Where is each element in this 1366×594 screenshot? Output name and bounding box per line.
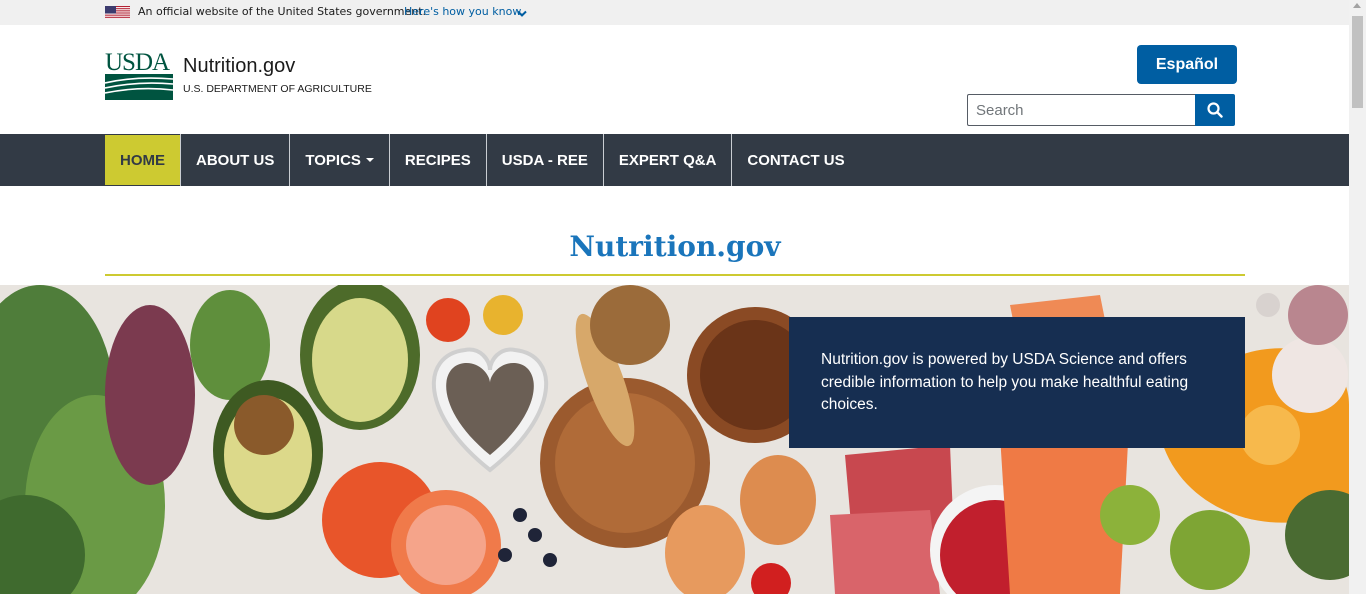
- nav-item-about-us[interactable]: ABOUT US: [180, 134, 289, 186]
- agency-name: U.S. DEPARTMENT OF AGRICULTURE: [183, 83, 372, 95]
- usda-logo-text: USDA: [105, 49, 170, 76]
- nav-item-expert-qa[interactable]: EXPERT Q&A: [602, 134, 732, 186]
- usda-field-graphic: [105, 74, 173, 100]
- search-icon: [1207, 102, 1223, 118]
- title-divider: [105, 274, 1245, 276]
- search-button[interactable]: [1195, 94, 1235, 126]
- how-you-know-link[interactable]: Here's how you know.: [404, 5, 524, 18]
- nav-item-label: CONTACT US: [747, 151, 845, 169]
- chevron-down-icon[interactable]: [516, 5, 528, 17]
- nav-item-label: HOME: [120, 151, 165, 169]
- us-flag-icon: [105, 5, 130, 19]
- nav-item-label: EXPERT Q&A: [618, 151, 717, 169]
- main-navigation: HOME ABOUT US TOPICS RECIPES USDA - REE …: [0, 134, 1349, 186]
- nav-item-usda-ree[interactable]: USDA - REE: [485, 134, 603, 186]
- nav-item-recipes[interactable]: RECIPES: [388, 134, 486, 186]
- page-title: Nutrition.gov: [569, 230, 781, 263]
- nav-item-label: ABOUT US: [196, 151, 275, 169]
- nav-item-label: RECIPES: [404, 151, 471, 169]
- nav-item-topics[interactable]: TOPICS: [289, 134, 389, 186]
- nav-item-label: USDA - REE: [501, 151, 588, 169]
- scroll-up-arrow-icon[interactable]: [1353, 3, 1361, 8]
- caret-down-icon: [365, 158, 374, 162]
- espanol-button[interactable]: Español: [1137, 45, 1237, 84]
- official-gov-banner: An official website of the United States…: [0, 0, 1349, 25]
- site-name[interactable]: Nutrition.gov: [183, 54, 295, 78]
- nav-item-home[interactable]: HOME: [105, 135, 180, 185]
- nav-item-label: TOPICS: [305, 151, 361, 169]
- official-website-text: An official website of the United States…: [138, 5, 427, 18]
- hero-info-card: Nutrition.gov is powered by USDA Science…: [789, 317, 1245, 448]
- nav-list: HOME ABOUT US TOPICS RECIPES USDA - REE …: [105, 134, 860, 186]
- search-input[interactable]: [967, 94, 1195, 126]
- nav-item-contact-us[interactable]: CONTACT US: [731, 134, 859, 186]
- usda-logo[interactable]: USDA: [105, 50, 173, 100]
- scroll-thumb[interactable]: [1352, 16, 1363, 108]
- page-scrollbar[interactable]: [1349, 0, 1366, 594]
- hero-description: Nutrition.gov is powered by USDA Science…: [821, 351, 1189, 413]
